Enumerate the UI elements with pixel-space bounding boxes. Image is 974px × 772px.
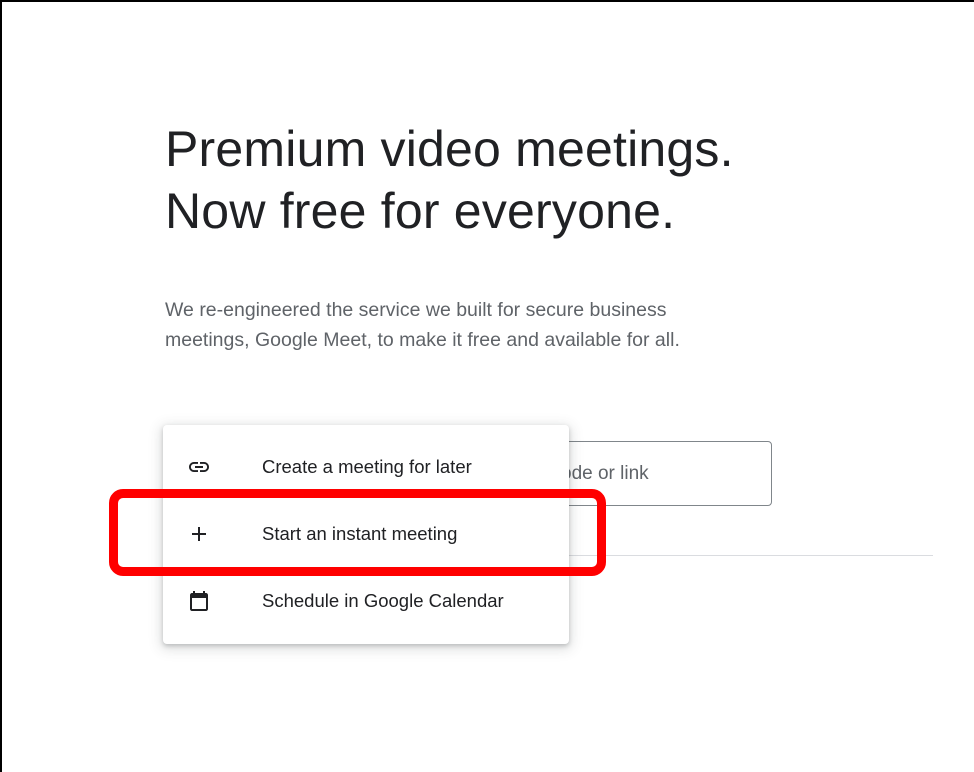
menu-item-create-meeting-later[interactable]: Create a meeting for later (163, 439, 569, 495)
headline-line-2: Now free for everyone. (165, 183, 676, 239)
menu-item-start-instant-meeting[interactable]: Start an instant meeting (163, 506, 569, 562)
meeting-code-placeholder: ode or link (561, 463, 649, 484)
plus-icon (187, 522, 211, 546)
page-headline: Premium video meetings. Now free for eve… (165, 118, 925, 242)
subtitle-line-1: We re-engineered the service we built fo… (165, 299, 667, 321)
menu-item-schedule-calendar[interactable]: Schedule in Google Calendar (163, 573, 569, 629)
page-subtitle: We re-engineered the service we built fo… (165, 295, 865, 355)
menu-item-label: Schedule in Google Calendar (262, 590, 504, 611)
menu-item-label: Start an instant meeting (262, 523, 458, 544)
menu-item-label: Create a meeting for later (262, 456, 472, 477)
new-meeting-menu: Create a meeting for later Start an inst… (163, 425, 569, 644)
screenshot-frame (0, 0, 974, 772)
calendar-icon (187, 589, 211, 613)
headline-line-1: Premium video meetings. (165, 121, 734, 177)
link-icon (187, 455, 211, 479)
subtitle-line-2: meetings, Google Meet, to make it free a… (165, 329, 680, 351)
